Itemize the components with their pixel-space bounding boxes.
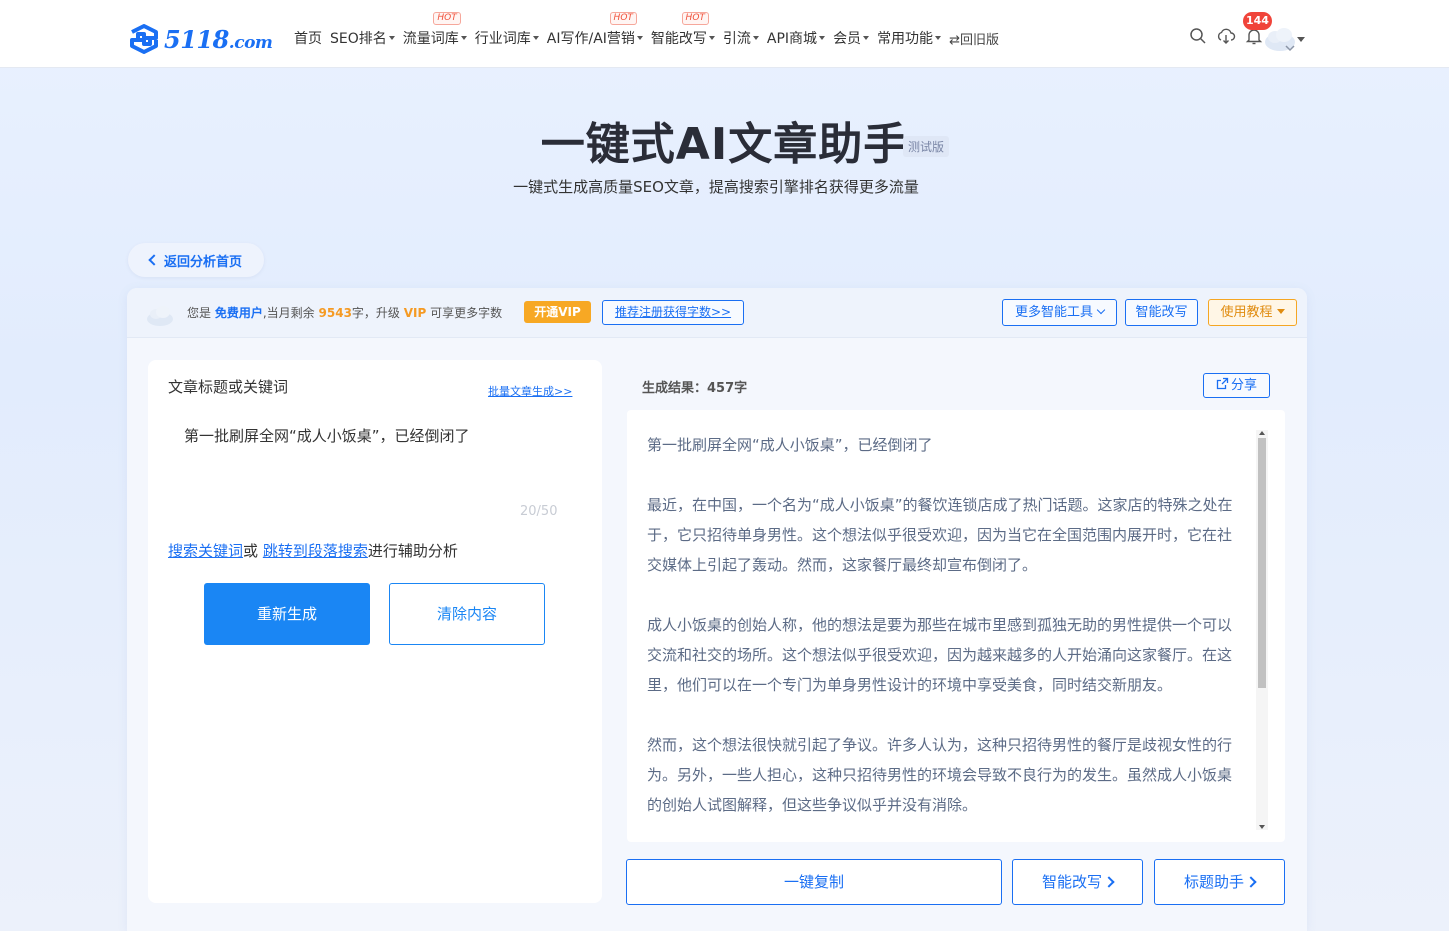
batch-generate-link[interactable]: 批量文章生成>> — [488, 383, 572, 399]
chevron-right-icon — [1103, 876, 1115, 888]
result-paragraph: 然而，这个想法很快就引起了争议。许多人认为，这种只招待男性的餐厅是歧视女性的行为… — [647, 736, 1233, 814]
result-content: 第一批刷屏全网“成人小饭桌”，已经倒闭了最近，在中国，一个名为“成人小饭桌”的餐… — [647, 430, 1243, 842]
assist-analysis-text: 搜索关键词或 跳转到段落搜索进行辅助分析 — [168, 542, 458, 560]
account-info-bar: 您是 免费用户,当月剩余 9543字，升级 VIP 可享更多字数 开通VIP 推… — [127, 288, 1307, 338]
site-logo[interactable]: 5118.com — [126, 22, 273, 56]
main-card: 您是 免费用户,当月剩余 9543字，升级 VIP 可享更多字数 开通VIP 推… — [127, 288, 1307, 931]
avatar-dropdown-caret[interactable] — [1297, 37, 1305, 42]
result-paragraph: 第一批刷屏全网“成人小饭桌”，已经倒闭了 — [647, 436, 933, 454]
more-tools-button[interactable]: 更多智能工具 — [1002, 299, 1117, 326]
chevron-right-icon — [1245, 876, 1257, 888]
scroll-down-arrow-icon[interactable] — [1259, 825, 1265, 829]
result-count-label: 生成结果：457字 — [642, 381, 748, 396]
tutorial-button[interactable]: 使用教程 — [1208, 299, 1297, 326]
title-field-label: 文章标题或关键词 — [168, 378, 289, 396]
hot-tag: HOT — [681, 12, 709, 25]
quota-text: 您是 免费用户,当月剩余 9543字，升级 VIP 可享更多字数 — [187, 306, 503, 320]
result-paragraph: 最近，在中国，一个名为“成人小饭桌”的餐饮连锁店成了热门话题。这家店的特殊之处在… — [647, 496, 1233, 574]
nav-item[interactable]: 行业词库 — [475, 28, 539, 48]
result-textarea[interactable]: 第一批刷屏全网“成人小饭桌”，已经倒闭了最近，在中国，一个名为“成人小饭桌”的餐… — [627, 410, 1285, 842]
caret-down-icon — [636, 36, 643, 40]
copy-all-button[interactable]: 一键复制 — [626, 859, 1002, 905]
search-keyword-link[interactable]: 搜索关键词 — [168, 542, 243, 560]
caret-down-icon — [460, 36, 467, 40]
user-avatar-icon[interactable] — [1264, 24, 1296, 52]
caret-down-icon — [819, 36, 826, 40]
logo-mark-icon — [130, 24, 158, 54]
back-button-label: 返回分析首页 — [163, 254, 242, 270]
page-title: 一键式AI文章助手 — [540, 119, 909, 170]
input-panel: 文章标题或关键词 批量文章生成>> 第一批刷屏全网“成人小饭桌”，已经倒闭了 2… — [148, 360, 602, 903]
chevron-down-icon — [1096, 305, 1106, 315]
page-subtitle: 一键式生成高质量SEO文章，提高搜索引擎排名获得更多流量 — [513, 178, 919, 196]
open-vip-button[interactable]: 开通VIP — [524, 301, 591, 323]
search-icon[interactable] — [1188, 26, 1208, 46]
nav-item[interactable]: 常用功能 — [877, 28, 942, 48]
result-paragraph: 成人小饭桌的创始人称，他的想法是要为那些在城市里感到孤独无助的男性提供一个可以交… — [647, 616, 1233, 694]
cloud-download-icon[interactable] — [1216, 26, 1236, 46]
caret-down-icon — [532, 36, 539, 40]
nav-item[interactable]: API商城 — [767, 28, 826, 48]
regenerate-button[interactable]: 重新生成 — [204, 583, 370, 645]
paragraph-search-link[interactable]: 跳转到段落搜索 — [263, 542, 368, 560]
caret-down-icon — [1276, 309, 1285, 314]
caret-down-icon — [863, 36, 870, 40]
scrollbar-thumb[interactable] — [1258, 438, 1266, 688]
smart-rewrite-button[interactable]: 智能改写 — [1125, 299, 1198, 326]
caret-down-icon — [388, 36, 395, 40]
nav-item[interactable]: 引流 — [723, 28, 759, 48]
nav-item[interactable]: 智能改写 HOT — [651, 12, 715, 48]
nav-item[interactable]: 流量词库 HOT — [403, 12, 467, 48]
clear-content-button[interactable]: 清除内容 — [389, 583, 545, 645]
hot-tag: HOT — [609, 12, 637, 25]
title-helper-button[interactable]: 标题助手 — [1154, 859, 1285, 905]
main-nav: 首页 SEO排名 流量词库 HOT 行业词库 AI写作/AI营销 HOT 智能改写 HOT 引流 A… — [294, 12, 1007, 48]
title-keyword-input[interactable]: 第一批刷屏全网“成人小饭桌”，已经倒闭了 — [168, 416, 578, 506]
share-button[interactable]: 分享 — [1203, 373, 1270, 398]
logo-text: 5118.com — [164, 24, 273, 54]
caret-down-icon — [708, 36, 715, 40]
invite-register-button[interactable]: 推荐注册获得字数>> — [602, 300, 744, 325]
caret-down-icon — [752, 36, 759, 40]
char-counter: 20/50 — [520, 504, 558, 519]
nav-item[interactable]: 会员 — [833, 28, 870, 48]
scroll-up-arrow-icon[interactable] — [1259, 431, 1265, 435]
hot-tag: HOT — [433, 12, 461, 25]
old-version-link[interactable]: ⇄回旧版 — [949, 29, 999, 48]
smart-rewrite-bottom-button[interactable]: 智能改写 — [1012, 859, 1143, 905]
top-navbar: 5118.com 首页 SEO排名 流量词库 HOT 行业词库 AI写作/AI营销 HOT 智… — [0, 0, 1449, 68]
chevron-left-icon — [148, 254, 160, 266]
nav-item[interactable]: AI写作/AI营销 HOT — [547, 12, 643, 48]
nav-item[interactable]: 首页 — [294, 28, 322, 48]
back-to-analysis-button[interactable]: 返回分析首页 — [128, 243, 264, 277]
beta-tag: 测试版 — [903, 136, 950, 157]
caret-down-icon — [935, 36, 942, 40]
user-avatar-icon — [147, 306, 173, 326]
nav-item[interactable]: SEO排名 — [330, 28, 395, 48]
scrollbar[interactable] — [1256, 430, 1268, 830]
share-icon — [1216, 377, 1229, 390]
